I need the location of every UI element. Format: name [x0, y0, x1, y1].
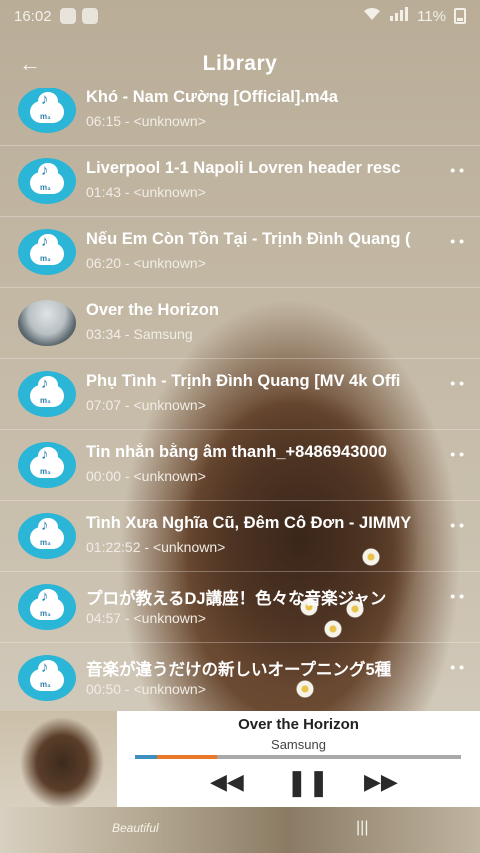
mini-player[interactable]: Over the Horizon Samsung ◀◀ ❚❚ ▶▶ [0, 711, 480, 807]
signal-icon [389, 7, 409, 25]
artwork-signature: Beautiful [112, 821, 159, 835]
mp3-cloud-icon: ♪ m₃ [18, 88, 76, 133]
track-title: Khó - Nam Cường [Official].m4a [86, 88, 338, 106]
track-row[interactable]: ♪ m₃ Tin nhắn bằng âm thanh_+8486943000 00:… [0, 430, 480, 501]
ellipsis-icon: • • [450, 659, 464, 675]
track-title: プロが教えるDJ講座！色々な音楽ジャン [86, 590, 387, 608]
progress-bar[interactable] [135, 755, 461, 759]
track-title: Phụ Tình - Trịnh Đình Quang [MV 4k Offi [86, 372, 401, 390]
track-duration-artist: 01:22:52 - <unknown> [86, 539, 226, 555]
track-row[interactable]: ♪ m₃ Phụ Tình - Trịnh Đình Quang [MV 4k Of… [0, 359, 480, 430]
progress-start-marker [135, 755, 157, 759]
track-row[interactable]: ♪ m₃ 音楽が違うだけの新しいオープニング5種 00:50 - <unknown> •… [0, 643, 480, 710]
now-playing-artist: Samsung [271, 737, 326, 752]
fast-forward-icon[interactable]: ▶▶ [364, 769, 398, 795]
status-time: 16:02 [14, 7, 52, 25]
mp3-cloud-icon: ♪ m₃ [18, 655, 76, 701]
track-duration-artist: 00:50 - <unknown> [86, 681, 206, 697]
track-title: 音楽が違うだけの新しいオープニング5種 [86, 661, 392, 679]
track-row[interactable]: ♪ m₃ Nếu Em Còn Tồn Tại - Trịnh Đình Quang… [0, 217, 480, 288]
mp3-cloud-icon: ♪ m₃ [18, 158, 76, 204]
mp3-cloud-icon: ♪ m₃ [18, 229, 76, 275]
ellipsis-icon: • • [450, 233, 464, 249]
track-title: Tình Xưa Nghĩa Cũ, Đêm Cô Đơn - JIMMY [86, 514, 412, 532]
track-duration-artist: 00:00 - <unknown> [86, 468, 206, 484]
ellipsis-icon: • • [450, 588, 464, 604]
track-title: Nếu Em Còn Tồn Tại - Trịnh Đình Quang ( [86, 230, 411, 248]
track-row[interactable]: ♪ m₃ Khó - Nam Cường [Official].m4a 06:15 -… [0, 88, 480, 146]
track-duration-artist: 03:34 - Samsung [86, 326, 193, 342]
album-art-thumbnail [18, 300, 76, 346]
track-row[interactable]: ♪ m₃ Tình Xưa Nghĩa Cũ, Đêm Cô Đơn - JIMMY… [0, 501, 480, 572]
ellipsis-icon: • • [450, 375, 464, 391]
now-playing-cover[interactable] [0, 711, 117, 807]
bottom-artwork-strip: Beautiful ||| [0, 807, 480, 853]
visualizer-icon: ||| [356, 819, 369, 836]
arrow-left-icon[interactable]: ← [16, 50, 44, 78]
mp3-cloud-icon: ♪ m₃ [18, 442, 76, 488]
mp3-cloud-icon: ♪ m₃ [18, 584, 76, 630]
battery-icon [454, 8, 466, 24]
track-duration-artist: 06:15 - <unknown> [86, 113, 206, 129]
app-header: ← Library [0, 40, 480, 88]
track-title: Over the Horizon [86, 301, 219, 319]
track-row[interactable]: Over the Horizon 03:34 - Samsung [0, 288, 480, 359]
pause-icon[interactable]: ❚❚ [286, 769, 330, 795]
track-duration-artist: 04:57 - <unknown> [86, 610, 206, 626]
ellipsis-icon: • • [450, 162, 464, 178]
track-row[interactable]: ♪ m₃ プロが教えるDJ講座！色々な音楽ジャン 04:57 - <unknown> •… [0, 572, 480, 643]
wifi-icon [363, 7, 381, 25]
page-title: Library [202, 52, 278, 75]
track-duration-artist: 06:20 - <unknown> [86, 255, 206, 271]
now-playing-title: Over the Horizon [238, 716, 359, 733]
mp3-cloud-icon: ♪ m₃ [18, 371, 76, 417]
track-title: Liverpool 1-1 Napoli Lovren header resc [86, 159, 401, 177]
battery-percent: 11% [417, 7, 446, 25]
status-bar: 16:02 11% [0, 0, 480, 32]
notification-icon [59, 8, 76, 24]
ellipsis-icon: • • [450, 517, 464, 533]
app-notification-icon [81, 8, 98, 24]
track-row[interactable]: ♪ m₃ Liverpool 1-1 Napoli Lovren header re… [0, 146, 480, 217]
ellipsis-icon: • • [450, 446, 464, 462]
mp3-cloud-icon: ♪ m₃ [18, 513, 76, 559]
rewind-icon[interactable]: ◀◀ [210, 769, 244, 795]
track-title: Tin nhắn bằng âm thanh_+8486943000 [86, 443, 387, 461]
track-list[interactable]: ♪ m₃ Khó - Nam Cường [Official].m4a 06:15 -… [0, 88, 480, 710]
track-duration-artist: 01:43 - <unknown> [86, 184, 206, 200]
track-duration-artist: 07:07 - <unknown> [86, 397, 206, 413]
